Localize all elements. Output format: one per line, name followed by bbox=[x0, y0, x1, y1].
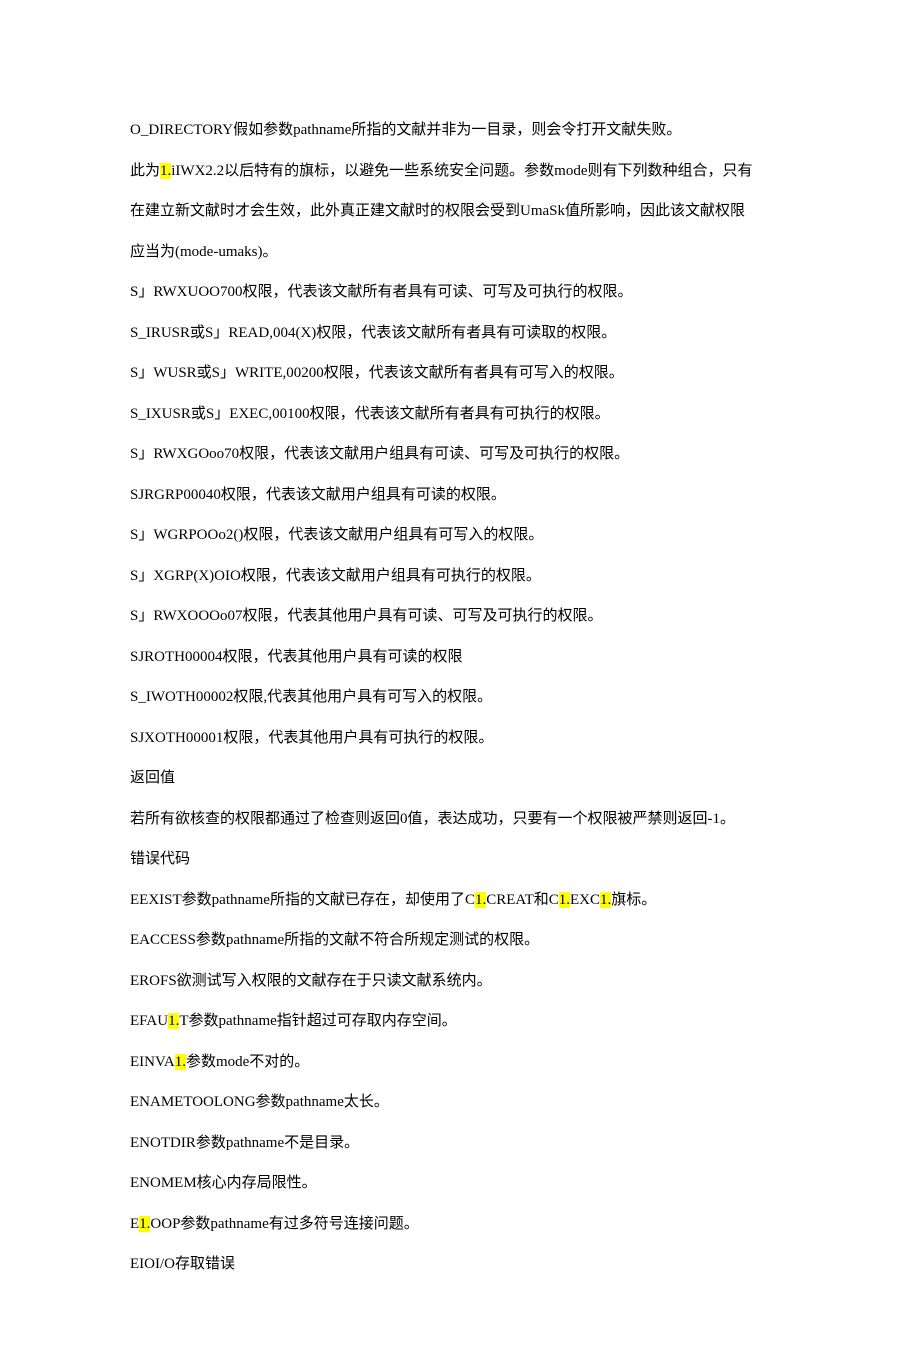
text-segment: S_IXUSR或S」EXEC,00100权限，代表该文献所有者具有可执行的权限。 bbox=[130, 406, 610, 422]
text-segment: T参数pathname指针超过可存取内存空间。 bbox=[179, 1013, 456, 1029]
text-line: ENOTDIR参数pathname不是目录。 bbox=[130, 1123, 790, 1164]
highlight-text: 1. bbox=[139, 1216, 150, 1232]
text-segment: S」RWXUOO700权限，代表该文献所有者具有可读、可写及可执行的权限。 bbox=[130, 284, 633, 300]
text-segment: S」RWXGOoo70权限，代表该文献用户组具有可读、可写及可执行的权限。 bbox=[130, 446, 629, 462]
text-segment: 错误代码 bbox=[130, 851, 190, 867]
text-line: S」RWXUOO700权限，代表该文献所有者具有可读、可写及可执行的权限。 bbox=[130, 272, 790, 313]
text-line: 若所有欲核查的权限都通过了检查则返回0值，表达成功，只要有一个权限被严禁则返回-… bbox=[130, 799, 790, 840]
text-segment: 应当为(mode-umaks)。 bbox=[130, 244, 277, 260]
text-line: EINVA1.参数mode不对的。 bbox=[130, 1042, 790, 1083]
text-segment: S」WGRPOOo2()权限，代表该文献用户组具有可写入的权限。 bbox=[130, 527, 543, 543]
text-segment: EIOI/O存取错误 bbox=[130, 1256, 235, 1272]
text-line: 错误代码 bbox=[130, 839, 790, 880]
document-page: O_DIRECTORY假如参数pathname所指的文献并非为一目录，则会令打开… bbox=[0, 0, 920, 1365]
text-segment: 此为 bbox=[130, 163, 160, 179]
text-segment: SJRGRP00040权限，代表该文献用户组具有可读的权限。 bbox=[130, 487, 506, 503]
text-segment: EINVA bbox=[130, 1054, 175, 1070]
text-line: SJRGRP00040权限，代表该文献用户组具有可读的权限。 bbox=[130, 475, 790, 516]
text-segment: E bbox=[130, 1216, 139, 1232]
text-segment: O_DIRECTORY假如参数pathname所指的文献并非为一目录，则会令打开… bbox=[130, 122, 681, 138]
text-segment: EFAU bbox=[130, 1013, 168, 1029]
text-line: SJXOTH00001权限，代表其他用户具有可执行的权限。 bbox=[130, 718, 790, 759]
text-segment: ENOTDIR参数pathname不是目录。 bbox=[130, 1135, 359, 1151]
highlight-text: 1. bbox=[600, 892, 611, 908]
highlight-text: 1. bbox=[168, 1013, 179, 1029]
text-line: S_IXUSR或S」EXEC,00100权限，代表该文献所有者具有可执行的权限。 bbox=[130, 394, 790, 435]
text-line: S」WUSR或S」WRITE,00200权限，代表该文献所有者具有可写入的权限。 bbox=[130, 353, 790, 394]
text-line: S」WGRPOOo2()权限，代表该文献用户组具有可写入的权限。 bbox=[130, 515, 790, 556]
text-line: ENAMETOOLONG参数pathname太长。 bbox=[130, 1082, 790, 1123]
text-segment: S」XGRP(X)OIO权限，代表该文献用户组具有可执行的权限。 bbox=[130, 568, 541, 584]
text-line: 返回值 bbox=[130, 758, 790, 799]
text-segment: ENOMEM核心内存局限性。 bbox=[130, 1175, 317, 1191]
highlight-text: 1. bbox=[175, 1054, 186, 1070]
highlight-text: 1. bbox=[475, 892, 486, 908]
text-segment: EROFS欲测试写入权限的文献存在于只读文献系统内。 bbox=[130, 973, 492, 989]
text-line: SJROTH00004权限，代表其他用户具有可读的权限 bbox=[130, 637, 790, 678]
text-segment: 返回值 bbox=[130, 770, 175, 786]
text-segment: 若所有欲核查的权限都通过了检查则返回0值，表达成功，只要有一个权限被严禁则返回-… bbox=[130, 811, 735, 827]
text-line: E1.OOP参数pathname有过多符号连接问题。 bbox=[130, 1204, 790, 1245]
text-line: 应当为(mode-umaks)。 bbox=[130, 232, 790, 273]
text-line: 在建立新文献时才会生效，此外真正建文献时的权限会受到UmaSk值所影响，因此该文… bbox=[130, 191, 790, 232]
text-line: EEXIST参数pathname所指的文献已存在，却使用了C1.CREAT和C1… bbox=[130, 880, 790, 921]
text-segment: OOP参数pathname有过多符号连接问题。 bbox=[150, 1216, 418, 1232]
text-segment: 参数mode不对的。 bbox=[186, 1054, 309, 1070]
text-segment: EXC bbox=[570, 892, 600, 908]
text-line: EIOI/O存取错误 bbox=[130, 1244, 790, 1285]
text-line: EROFS欲测试写入权限的文献存在于只读文献系统内。 bbox=[130, 961, 790, 1002]
text-line: S」XGRP(X)OIO权限，代表该文献用户组具有可执行的权限。 bbox=[130, 556, 790, 597]
text-segment: SJROTH00004权限，代表其他用户具有可读的权限 bbox=[130, 649, 463, 665]
text-line: 此为1.iIWX2.2以后特有的旗标，以避免一些系统安全问题。参数mode则有下… bbox=[130, 151, 790, 192]
text-line: S」RWXOOOo07权限，代表其他用户具有可读、可写及可执行的权限。 bbox=[130, 596, 790, 637]
highlight-text: 1. bbox=[559, 892, 570, 908]
text-segment: S_IWOTH00002权限,代表其他用户具有可写入的权限。 bbox=[130, 689, 492, 705]
text-line: EACCESS参数pathname所指的文献不符合所规定测试的权限。 bbox=[130, 920, 790, 961]
text-segment: EEXIST参数pathname所指的文献已存在，却使用了C bbox=[130, 892, 475, 908]
text-segment: S」WUSR或S」WRITE,00200权限，代表该文献所有者具有可写入的权限。 bbox=[130, 365, 624, 381]
text-line: EFAU1.T参数pathname指针超过可存取内存空间。 bbox=[130, 1001, 790, 1042]
text-line: O_DIRECTORY假如参数pathname所指的文献并非为一目录，则会令打开… bbox=[130, 110, 790, 151]
text-line: S_IWOTH00002权限,代表其他用户具有可写入的权限。 bbox=[130, 677, 790, 718]
text-segment: ENAMETOOLONG参数pathname太长。 bbox=[130, 1094, 389, 1110]
text-segment: S_IRUSR或S」READ,004(X)权限，代表该文献所有者具有可读取的权限… bbox=[130, 325, 616, 341]
text-line: S_IRUSR或S」READ,004(X)权限，代表该文献所有者具有可读取的权限… bbox=[130, 313, 790, 354]
text-segment: S」RWXOOOo07权限，代表其他用户具有可读、可写及可执行的权限。 bbox=[130, 608, 603, 624]
text-line: ENOMEM核心内存局限性。 bbox=[130, 1163, 790, 1204]
text-line: S」RWXGOoo70权限，代表该文献用户组具有可读、可写及可执行的权限。 bbox=[130, 434, 790, 475]
text-segment: 旗标。 bbox=[611, 892, 656, 908]
text-segment: iIWX2.2以后特有的旗标，以避免一些系统安全问题。参数mode则有下列数种组… bbox=[171, 163, 752, 179]
text-segment: SJXOTH00001权限，代表其他用户具有可执行的权限。 bbox=[130, 730, 493, 746]
text-segment: EACCESS参数pathname所指的文献不符合所规定测试的权限。 bbox=[130, 932, 539, 948]
highlight-text: 1. bbox=[160, 163, 171, 179]
text-segment: 在建立新文献时才会生效，此外真正建文献时的权限会受到UmaSk值所影响，因此该文… bbox=[130, 203, 745, 219]
text-segment: CREAT和C bbox=[486, 892, 559, 908]
